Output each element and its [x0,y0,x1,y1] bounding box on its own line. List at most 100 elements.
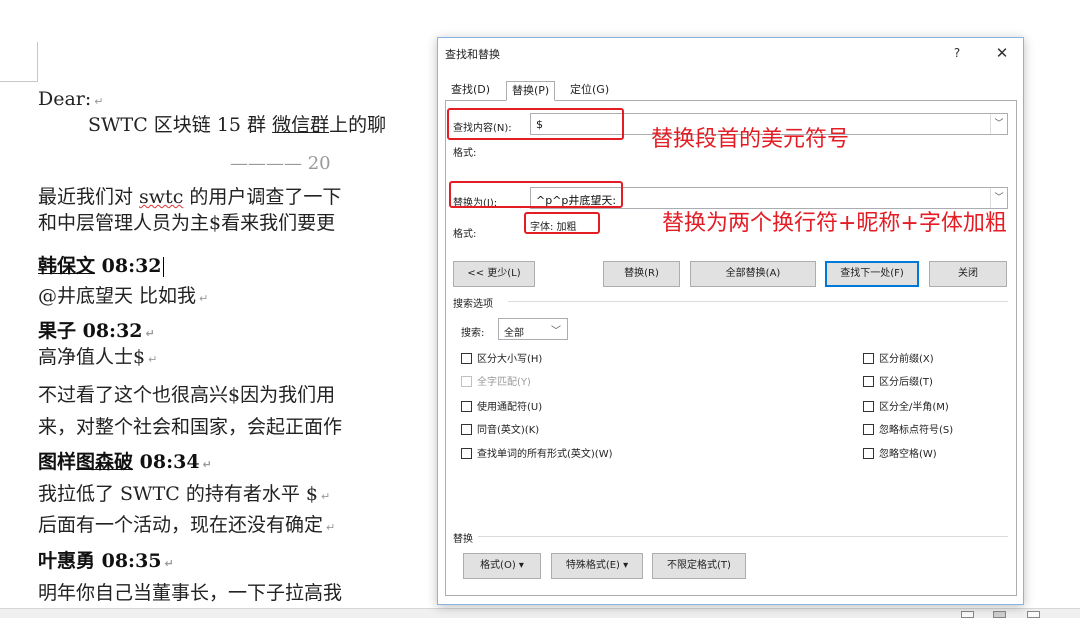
checkbox-ignore-punctuation[interactable]: 忽略标点符号(S) [863,421,953,436]
tab-find[interactable]: 查找(D) [446,81,495,101]
doc-speaker-time: 08:34 [133,451,200,473]
paragraph-mark: ↵ [320,490,331,503]
doc-text: 最近我们对 [38,186,140,208]
tab-replace[interactable]: 替换(P) [506,81,556,101]
checkbox-box[interactable] [863,448,874,459]
doc-message-line: 不过看了这个也很高兴$因为我们用 [38,384,336,406]
doc-line-survey: 最近我们对 swtc 的用户调查了一下 [38,184,341,210]
special-menu-button[interactable]: 特殊格式(E) ▾ [551,553,643,579]
replace-button[interactable]: 替换(R) [603,261,680,287]
search-direction-label: 搜索: [461,328,485,339]
paragraph-mark: ↵ [202,458,212,471]
doc-text: 我拉低了 SWTC 的持有者水平 $ [38,483,318,505]
doc-speaker-name: 韩保文 [38,255,96,277]
dialog-titlebar[interactable]: 查找和替换 ? ✕ [438,38,1023,68]
doc-text: @井底望天 比如我 [38,285,197,307]
replace-all-button[interactable]: 全部替换(A) [690,261,816,287]
checkbox-label: 全字匹配(Y) [477,377,531,388]
checkbox-label: 区分大小写(H) [477,354,543,365]
paragraph-mark: ↵ [164,557,174,570]
replace-format-label: 格式: [453,229,477,240]
checkbox-box [461,376,472,387]
doc-message-line: 来，对整个社会和国家，会起正面作 [38,416,343,438]
doc-line-intro: SWTC 区块链 15 群 微信群上的聊 [88,112,386,138]
doc-speaker-name-underlined: 图森破 [76,451,134,473]
replace-annotation: 替换为两个换行符+昵称+字体加粗 [662,211,1007,236]
search-direction-select[interactable]: 全部 ﹀ [498,318,568,340]
page-corner-mark [0,42,38,82]
doc-message-line: 我拉低了 SWTC 的持有者水平 $ ↵ [38,481,330,510]
status-bar [0,608,1080,618]
format-highlight-box [524,212,600,234]
tab-goto[interactable]: 定位(G) [565,81,614,101]
doc-text: 后面有一个活动，现在还没有确定 [38,514,324,536]
paragraph-mark: ↵ [145,327,155,340]
doc-line-greeting: Dear: ↵ [38,86,104,115]
replace-tab-panel [445,100,1017,596]
doc-text: 的用户调查了一下 [183,186,342,208]
format-menu-button[interactable]: 格式(O) ▾ [463,553,541,579]
doc-text: SWTC 区块链 15 群 [88,114,273,136]
checkbox-box[interactable] [863,353,874,364]
print-layout-icon[interactable] [993,611,1006,618]
find-format-label: 格式: [453,148,477,159]
doc-message-line: 明年你自己当董事长，一下子拉高我 [38,582,343,604]
checkbox-box[interactable] [863,376,874,387]
doc-speaker-line: 果子 08:32 ↵ [38,318,155,347]
help-button[interactable]: ? [946,42,968,64]
checkbox-label: 区分后缀(T) [879,377,933,388]
checkbox-label: 区分前缀(X) [879,354,934,365]
checkbox-label: 忽略标点符号(S) [879,425,954,436]
checkbox-label: 查找单词的所有形式(英文)(W) [477,449,613,460]
checkbox-box[interactable] [461,424,472,435]
checkbox-box[interactable] [461,448,472,459]
read-mode-icon[interactable] [961,611,974,618]
no-formatting-button[interactable]: 不限定格式(T) [652,553,746,579]
find-highlight-box [447,108,624,140]
checkbox-match-case[interactable]: 区分大小写(H) [461,350,542,365]
replace-highlight-box [449,181,623,208]
close-button[interactable]: 关闭 [929,261,1007,287]
doc-speaker-line: 图样图森破 08:34 ↵ [38,449,212,478]
find-next-button[interactable]: 查找下一处(F) [825,261,919,287]
divider [508,301,1008,302]
checkbox-label: 使用通配符(U) [477,402,543,413]
paragraph-mark: ↵ [148,353,158,366]
replace-section-label: 替换 [453,534,473,545]
search-options-label: 搜索选项 [453,299,493,310]
checkbox-box[interactable] [863,424,874,435]
checkbox-label: 忽略空格(W) [879,449,937,460]
checkbox-match-suffix[interactable]: 区分后缀(T) [863,373,933,388]
checkbox-box[interactable] [461,353,472,364]
checkbox-match-prefix[interactable]: 区分前缀(X) [863,350,934,365]
doc-text: 上的聊 [329,114,387,136]
checkbox-label: 同音(英文)(K) [477,425,540,436]
doc-speaker-line: 叶惠勇 08:35 ↵ [38,548,174,577]
checkbox-box[interactable] [863,401,874,412]
doc-date-line: ———— 20 [230,153,331,174]
text-cursor [162,257,164,277]
doc-speaker-name: 叶惠勇 08:35 [38,550,162,572]
close-icon[interactable]: ✕ [991,42,1013,64]
chevron-down-icon[interactable]: ﹀ [551,322,561,337]
find-annotation: 替换段首的美元符号 [651,127,850,152]
checkbox-match-width[interactable]: 区分全/半角(M) [863,398,949,413]
checkbox-box[interactable] [461,401,472,412]
checkbox-label: 区分全/半角(M) [879,402,949,413]
doc-speaker-name: 果子 08:32 [38,320,143,342]
doc-speaker-name: 图样 [38,451,77,473]
web-layout-icon[interactable] [1027,611,1040,618]
doc-greeting-text: Dear: [38,88,92,110]
checkbox-ignore-whitespace[interactable]: 忽略空格(W) [863,445,937,460]
checkbox-wildcards[interactable]: 使用通配符(U) [461,398,542,413]
doc-line-management: 和中层管理人员为主$看来我们要更 [38,212,336,234]
paragraph-mark: ↵ [94,95,104,108]
less-button[interactable]: << 更少(L) [453,261,535,287]
dialog-title: 查找和替换 [445,48,500,61]
chevron-down-icon[interactable]: ﹀ [990,114,1007,134]
checkbox-all-word-forms[interactable]: 查找单词的所有形式(英文)(W) [461,445,613,460]
paragraph-mark: ↵ [199,292,209,305]
checkbox-sounds-like[interactable]: 同音(英文)(K) [461,421,539,436]
doc-message-line: 后面有一个活动，现在还没有确定 ↵ [38,512,335,541]
doc-speaker-line: 韩保文 08:32 [38,253,164,279]
